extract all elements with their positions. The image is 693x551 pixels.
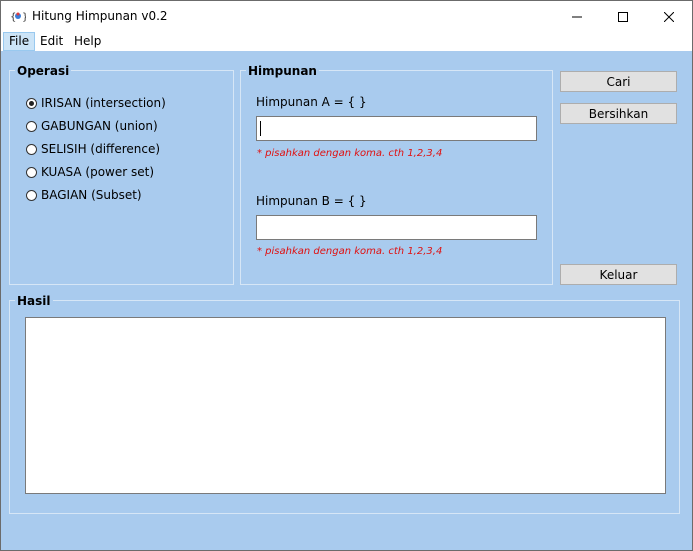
menu-edit[interactable]: Edit [40,34,63,48]
maximize-button[interactable] [600,1,646,32]
radio-label: IRISAN (intersection) [41,96,166,110]
window-title: Hitung Himpunan v0.2 [32,9,168,23]
himpunan-title: Himpunan [246,64,319,78]
cari-button[interactable]: Cari [560,71,677,92]
menu-file[interactable]: File [3,32,36,51]
himpunan-b-input[interactable] [256,215,537,240]
close-button[interactable] [646,1,692,32]
radio-button[interactable] [26,143,37,155]
bersihkan-button[interactable]: Bersihkan [560,103,677,124]
radio-label: GABUNGAN (union) [41,119,158,133]
himpunan-a-input[interactable] [256,116,537,141]
maximize-icon [618,11,628,22]
close-icon [664,11,674,22]
title-bar: { } Hitung Himpunan v0.2 [1,1,692,32]
radio-button[interactable] [26,166,37,178]
radio-button[interactable] [26,97,37,109]
hasil-title: Hasil [15,294,53,308]
operasi-title: Operasi [15,64,72,78]
radio-bagian[interactable]: BAGIAN (Subset) [26,188,142,202]
himpunan-b-label: Himpunan B = { } [256,194,367,208]
menu-help[interactable]: Help [74,34,101,48]
app-icon: { } [10,9,28,23]
svg-text:}: } [22,12,26,23]
app-window: { } Hitung Himpunan v0.2 File Edit Help … [0,0,693,551]
radio-label: KUASA (power set) [41,165,155,179]
radio-label: BAGIAN (Subset) [41,188,142,202]
hasil-output[interactable] [25,317,666,494]
radio-kuasa[interactable]: KUASA (power set) [26,165,154,179]
himpunan-a-hint: * pisahkan dengan koma. cth 1,2,3,4 [257,148,443,159]
radio-label: SELISIH (difference) [41,142,161,156]
himpunan-b-hint: * pisahkan dengan koma. cth 1,2,3,4 [257,246,443,257]
radio-gabungan[interactable]: GABUNGAN (union) [26,119,158,133]
minimize-icon [572,16,582,17]
minimize-button[interactable] [554,1,600,32]
radio-irisan[interactable]: IRISAN (intersection) [26,96,166,110]
himpunan-a-label: Himpunan A = { } [256,95,367,109]
radio-button[interactable] [26,120,37,132]
radio-selisih[interactable]: SELISIH (difference) [26,142,160,156]
radio-button[interactable] [26,189,37,201]
text-caret [260,121,261,136]
main-content: Operasi IRISAN (intersection) GABUNGAN (… [1,51,692,550]
keluar-button[interactable]: Keluar [560,264,677,285]
menu-bar: File Edit Help [1,32,692,51]
